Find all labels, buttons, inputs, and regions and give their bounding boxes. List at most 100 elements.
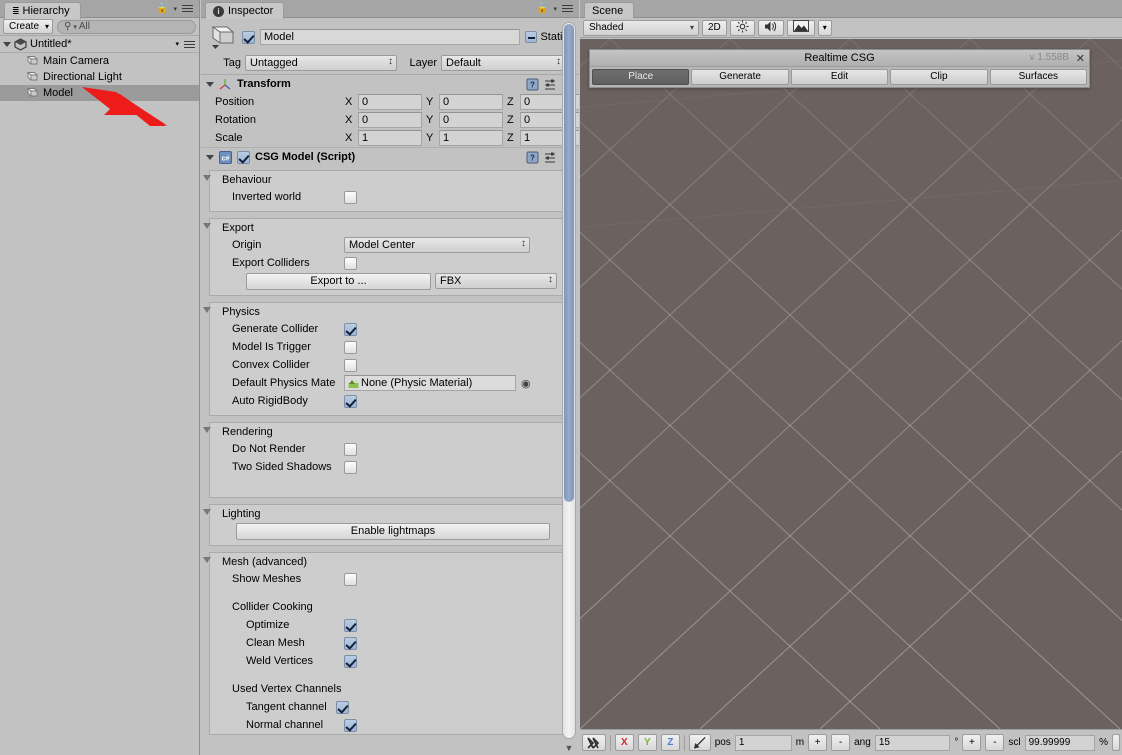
transform-y-field[interactable]: 0 [439,112,503,128]
transform-y-field[interactable]: 0 [439,94,503,110]
inspector-panel-menu[interactable]: 🔒 ▾ [536,3,573,14]
help-icon[interactable]: ? [526,151,539,164]
lock-icon[interactable]: 🔒 [536,3,548,14]
object-enabled-checkbox[interactable] [242,30,255,44]
tab-inspector[interactable]: i Inspector [205,2,285,19]
two-sided-shadows-checkbox[interactable] [344,460,357,474]
enable-lightmaps-button[interactable]: Enable lightmaps [236,522,550,540]
scene-options-chevron-icon[interactable]: ▾ [175,40,179,48]
ang-increase-button[interactable]: + [962,734,982,751]
toggle-audio-button[interactable] [757,19,784,36]
toggle-2d-button[interactable]: 2D [702,19,727,36]
inspector-scrollbar-thumb[interactable] [564,24,574,502]
transform-x-field[interactable]: 1 [358,130,422,146]
tab-scene[interactable]: Scene [584,2,635,19]
transform-x-field[interactable]: 0 [358,94,422,110]
csg-model-header[interactable]: c# CSG Model (Script) ? ▾ [201,148,579,166]
used-vertex-channels-label: Used Vertex Channels [232,683,342,695]
search-icon: ⚲ [64,21,72,32]
tab-hierarchy[interactable]: ≣ Hierarchy [4,2,81,19]
lighting-expand-triangle-icon[interactable] [203,509,211,515]
snap-arrow-icon[interactable] [688,734,711,751]
export-colliders-checkbox[interactable] [344,256,357,270]
scl-increase-button[interactable] [1111,734,1120,751]
physics-expand-triangle-icon[interactable] [203,307,211,313]
auto-rigidbody-checkbox[interactable] [344,394,357,408]
scene-viewport[interactable]: Realtime CSG v 1.558B ✕ Place Generate Edi… [580,39,1122,729]
weld-vertices-checkbox[interactable] [344,654,357,668]
origin-dropdown[interactable]: Model Center [344,237,530,253]
lock-icon[interactable]: 🔒 [156,3,168,14]
axis-x-toggle[interactable]: X [614,734,634,751]
rendering-expand-triangle-icon[interactable] [203,427,211,433]
close-icon[interactable]: ✕ [1076,52,1085,65]
default-physics-material-field[interactable]: None (Physic Material) [344,375,516,391]
create-button[interactable]: Create [3,19,54,34]
csg-model-expand-triangle-icon[interactable] [206,154,214,160]
export-format-dropdown[interactable]: FBX [435,273,557,289]
csg-window-titlebar[interactable]: Realtime CSG v 1.558B ✕ [590,50,1089,67]
inspector-scroll-down-arrow-icon[interactable]: ▼ [563,743,575,753]
normal-channel-checkbox[interactable] [344,718,357,732]
csg-tab-clip[interactable]: Clip [890,69,988,85]
row-export-action: Export to ... FBX [214,272,566,290]
pos-field[interactable]: 1 [734,734,792,751]
behaviour-expand-triangle-icon[interactable] [203,175,211,181]
csg-model-enabled-checkbox[interactable] [237,150,250,164]
scene-options-menu-icon[interactable] [184,39,195,50]
tangent-channel-checkbox[interactable] [336,700,349,714]
hierarchy-panel-menu[interactable]: 🔒 ▾ [156,3,193,14]
show-meshes-checkbox[interactable] [344,572,357,586]
inverted-world-checkbox[interactable] [344,190,357,204]
axis-z-toggle[interactable]: Z [660,734,680,751]
clean-mesh-checkbox[interactable] [344,636,357,650]
effects-dropdown-button[interactable]: ▾ [817,19,832,36]
transform-header[interactable]: Transform ? ▾ [201,75,579,93]
menu-icon[interactable] [182,3,193,14]
search-input[interactable]: ⚲ ▾ All [57,19,196,34]
transform-expand-triangle-icon[interactable] [206,81,214,87]
mesh-expand-triangle-icon[interactable] [203,557,211,563]
preset-icon[interactable] [544,78,557,91]
inspector-scrollbar[interactable] [562,22,576,739]
object-picker-icon[interactable]: ◉ [521,377,531,390]
menu-icon[interactable] [562,3,573,14]
csg-tab-edit[interactable]: Edit [790,69,889,85]
scene-expand-triangle-icon[interactable] [3,41,11,47]
speaker-icon [764,20,778,36]
export-expand-triangle-icon[interactable] [203,223,211,229]
help-icon[interactable]: ? [526,78,539,91]
export-to-button[interactable]: Export to ... [246,272,431,290]
draw-mode-dropdown[interactable]: Shaded [583,19,699,36]
ang-decrease-button[interactable]: - [985,734,1005,751]
object-name-field[interactable]: Model [260,29,521,45]
transform-x-field[interactable]: 0 [358,112,422,128]
convex-collider-checkbox[interactable] [344,358,357,372]
generate-collider-checkbox[interactable] [344,322,357,336]
svg-text:c#: c# [222,155,230,162]
ang-field[interactable]: 15 [874,734,951,751]
pos-decrease-button[interactable]: - [831,734,851,751]
optimize-checkbox[interactable] [344,618,357,632]
grid-snap-icon[interactable] [582,734,606,751]
hierarchy-item[interactable]: Main Camera [0,53,199,69]
axis-y-toggle[interactable]: Y [637,734,657,751]
scene-root-row[interactable]: Untitled* ▾ [0,36,199,53]
hierarchy-item[interactable]: Directional Light [0,69,199,85]
search-filter-chevron-icon[interactable]: ▾ [73,23,77,31]
do-not-render-checkbox[interactable] [344,442,357,456]
transform-y-field[interactable]: 1 [439,130,503,146]
csg-tab-surfaces[interactable]: Surfaces [989,69,1088,85]
static-mixed-checkbox[interactable] [525,31,538,43]
model-is-trigger-checkbox[interactable] [344,340,357,354]
preset-icon[interactable] [544,151,557,164]
scl-field[interactable]: 99.99999 [1024,734,1096,751]
layer-dropdown[interactable]: Default [441,55,565,71]
csg-tab-generate[interactable]: Generate [691,69,789,85]
tag-dropdown[interactable]: Untagged [245,55,397,71]
toggle-lighting-button[interactable] [729,19,755,36]
pos-increase-button[interactable]: + [808,734,828,751]
hierarchy-item[interactable]: Model [0,85,199,101]
csg-tab-place[interactable]: Place [592,69,690,85]
effects-button[interactable] [786,19,815,36]
